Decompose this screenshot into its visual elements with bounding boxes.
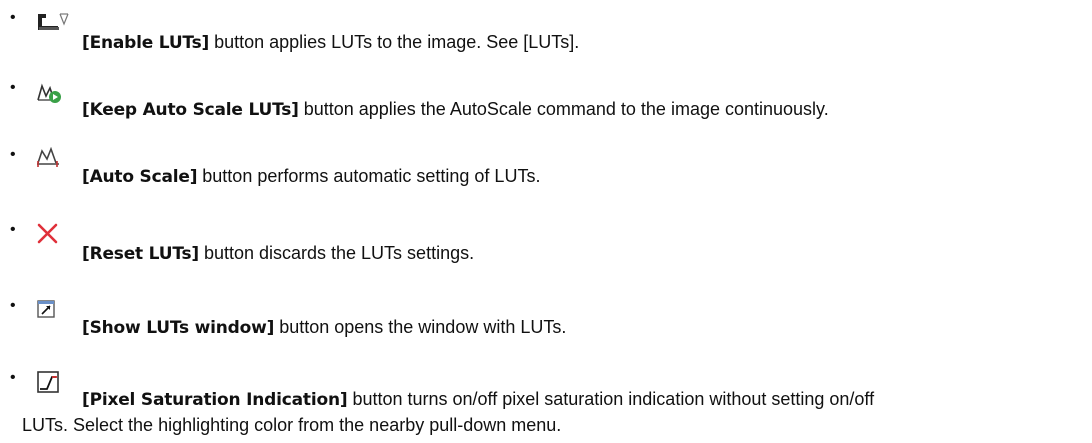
item-text: button applies LUTs to the image. See [L…	[209, 32, 580, 52]
keep-auto-scale-icon	[36, 82, 64, 106]
bullet: •	[10, 221, 16, 238]
item-label: [Show LUTs window]	[82, 318, 275, 338]
bullet: •	[10, 297, 16, 314]
item-text: button applies the AutoScale command to …	[298, 99, 829, 119]
item-label: [Enable LUTs]	[82, 33, 210, 53]
list-item-pixel-saturation: • [Pixel Saturation Indication] button t…	[0, 369, 1080, 436]
list-item-show-luts-window: • [Show LUTs window] button opens the wi…	[0, 297, 1080, 339]
item-text: button discards the LUTs settings.	[198, 243, 475, 263]
auto-scale-icon	[36, 147, 64, 171]
item-label: [Pixel Saturation Indication]	[82, 390, 348, 410]
bullet: •	[10, 146, 16, 163]
show-window-icon	[36, 299, 64, 323]
item-text: button turns on/off pixel saturation ind…	[347, 389, 875, 409]
bullet: •	[10, 369, 16, 386]
reset-icon	[36, 222, 64, 246]
item-label: [Auto Scale]	[82, 167, 198, 187]
item-label: [Keep Auto Scale LUTs]	[82, 100, 299, 120]
bullet: •	[10, 79, 16, 96]
list-item-auto-scale: • [Auto Scale] button performs automatic…	[0, 146, 1080, 188]
list-item-keep-auto-scale: • [Keep Auto Scale LUTs] button applies …	[0, 79, 1080, 121]
item-text: button opens the window with LUTs.	[274, 317, 567, 337]
list-item-reset-luts: • [Reset LUTs] button discards the LUTs …	[0, 221, 1080, 265]
bullet: •	[10, 9, 16, 26]
item-label: [Reset LUTs]	[82, 244, 199, 264]
item-text-continued: LUTs. Select the highlighting color from…	[22, 415, 562, 435]
pixel-saturation-icon	[36, 370, 64, 394]
enable-luts-icon	[36, 12, 70, 36]
list-item-enable-luts: • [Enable LUTs] button applies LUTs to t…	[0, 9, 1080, 54]
item-text: button performs automatic setting of LUT…	[197, 166, 541, 186]
